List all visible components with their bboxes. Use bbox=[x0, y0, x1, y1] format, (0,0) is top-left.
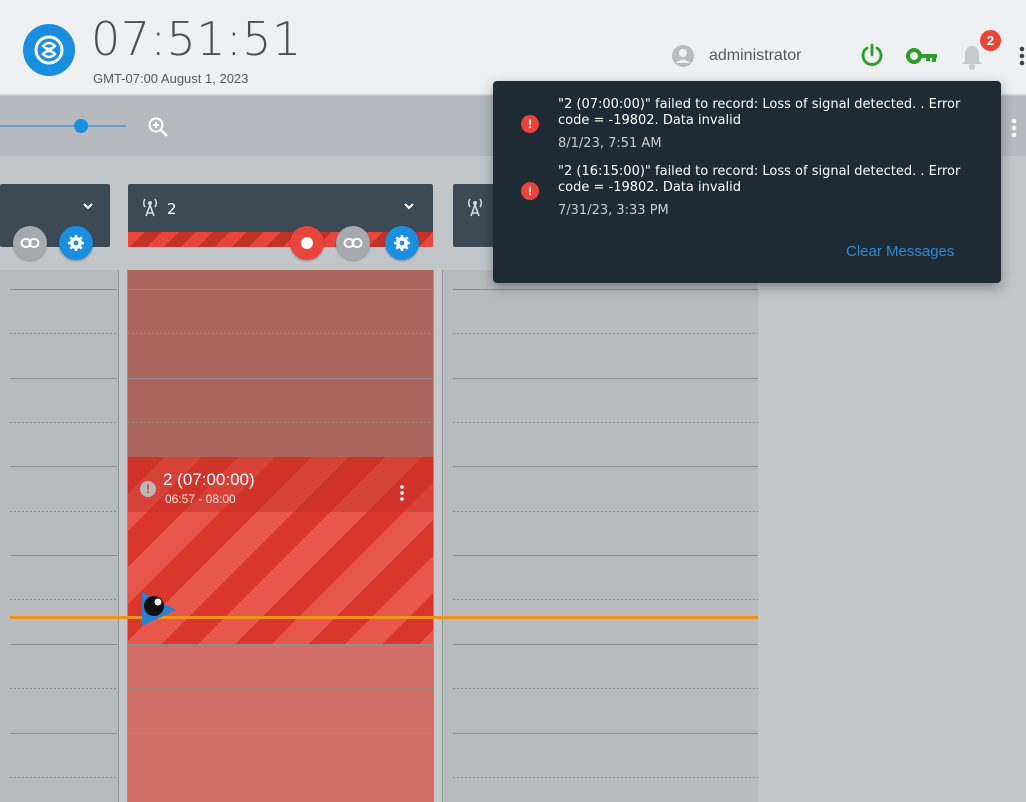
gridline bbox=[10, 777, 117, 778]
gear-icon bbox=[68, 235, 84, 251]
gridline bbox=[453, 733, 758, 734]
recording-title: 2 (07:00:00) bbox=[163, 470, 255, 489]
gridline bbox=[10, 733, 117, 734]
more-vert-icon[interactable] bbox=[1018, 44, 1026, 68]
gridline bbox=[453, 688, 758, 689]
gridline bbox=[128, 333, 433, 334]
gridline bbox=[128, 289, 433, 290]
gridline bbox=[128, 378, 433, 379]
error-icon: ! bbox=[521, 115, 539, 133]
notification-text: "2 (16:15:00)" failed to record: Loss of… bbox=[558, 164, 961, 195]
chevron-down-icon[interactable] bbox=[81, 201, 95, 211]
gridline bbox=[128, 422, 433, 423]
channel-column-2-past bbox=[128, 270, 433, 457]
antenna-icon bbox=[142, 198, 158, 217]
gridline bbox=[10, 466, 117, 467]
clear-messages-button[interactable]: Clear Messages bbox=[846, 243, 954, 260]
zoom-slider-handle[interactable] bbox=[74, 119, 88, 133]
error-icon: ! bbox=[521, 182, 539, 200]
gridline bbox=[10, 333, 117, 334]
gridline bbox=[128, 644, 433, 645]
column-divider bbox=[118, 270, 128, 802]
gridline bbox=[453, 333, 758, 334]
link-button[interactable] bbox=[13, 226, 47, 260]
gridline bbox=[10, 599, 117, 600]
gridline bbox=[453, 422, 758, 423]
date-label: GMT-07:00 August 1, 2023 bbox=[93, 71, 249, 86]
channel-column[interactable] bbox=[0, 270, 118, 802]
gridline bbox=[10, 555, 117, 556]
clock: 07:51:51 bbox=[91, 12, 302, 66]
gridline bbox=[10, 688, 117, 689]
gridline bbox=[128, 777, 433, 778]
zoom-slider-track[interactable] bbox=[0, 125, 126, 127]
error-icon: ! bbox=[140, 481, 156, 497]
gear-icon bbox=[394, 235, 410, 251]
gridline bbox=[10, 289, 117, 290]
gridline bbox=[128, 688, 433, 689]
link-icon bbox=[20, 238, 40, 248]
cursor-icon bbox=[142, 592, 176, 626]
notification-date: 8/1/23, 7:51 AM bbox=[558, 136, 662, 151]
user-icon[interactable] bbox=[671, 44, 695, 68]
column-divider bbox=[433, 270, 443, 802]
record-icon bbox=[301, 237, 313, 249]
settings-button[interactable] bbox=[59, 226, 93, 260]
notification-badge: 2 bbox=[980, 30, 1001, 51]
gridline bbox=[453, 644, 758, 645]
recording-time-range: 06:57 - 08:00 bbox=[165, 492, 236, 506]
record-button[interactable] bbox=[290, 226, 324, 260]
gridline bbox=[453, 511, 758, 512]
key-icon[interactable] bbox=[906, 46, 940, 66]
link-icon bbox=[343, 238, 363, 248]
notification-date: 7/31/23, 3:33 PM bbox=[558, 203, 669, 218]
antenna-icon bbox=[467, 198, 483, 217]
gridline bbox=[10, 422, 117, 423]
more-vert-icon[interactable] bbox=[1009, 116, 1019, 140]
gridline bbox=[453, 378, 758, 379]
notification-text: "2 (07:00:00)" failed to record: Loss of… bbox=[558, 97, 961, 128]
gridline bbox=[453, 289, 758, 290]
gridline bbox=[453, 555, 758, 556]
chevron-down-icon[interactable] bbox=[402, 201, 416, 211]
gridline bbox=[453, 599, 758, 600]
zoom-in-icon[interactable] bbox=[147, 116, 169, 138]
gridline bbox=[453, 466, 758, 467]
settings-button[interactable] bbox=[385, 226, 419, 260]
more-vert-icon[interactable] bbox=[398, 483, 406, 503]
link-button[interactable] bbox=[336, 226, 370, 260]
logo-icon[interactable] bbox=[23, 24, 75, 76]
gridline bbox=[10, 644, 117, 645]
gridline bbox=[10, 378, 117, 379]
channel-name: 2 bbox=[167, 200, 177, 218]
power-icon[interactable] bbox=[859, 42, 885, 68]
gridline bbox=[128, 733, 433, 734]
gridline bbox=[10, 511, 117, 512]
username-label[interactable]: administrator bbox=[709, 47, 801, 65]
gridline bbox=[453, 777, 758, 778]
current-time-line bbox=[10, 616, 758, 619]
channel-column[interactable] bbox=[443, 270, 758, 802]
